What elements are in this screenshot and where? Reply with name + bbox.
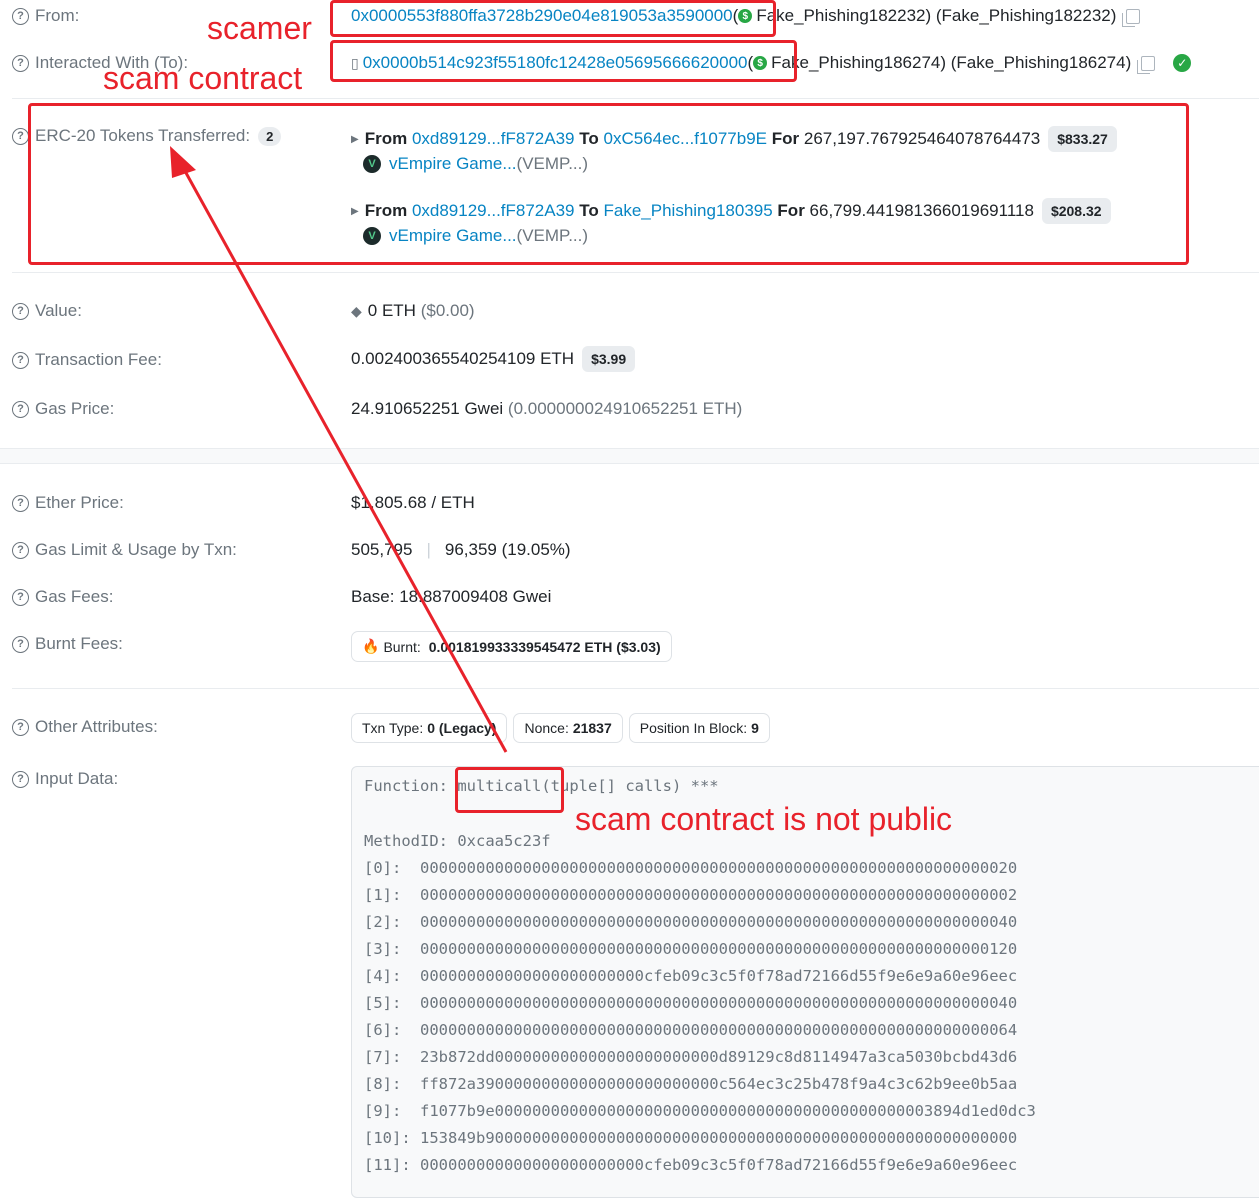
annotation-arrow (170, 146, 508, 753)
arrow-line (178, 161, 508, 753)
arrow-head (170, 146, 196, 178)
